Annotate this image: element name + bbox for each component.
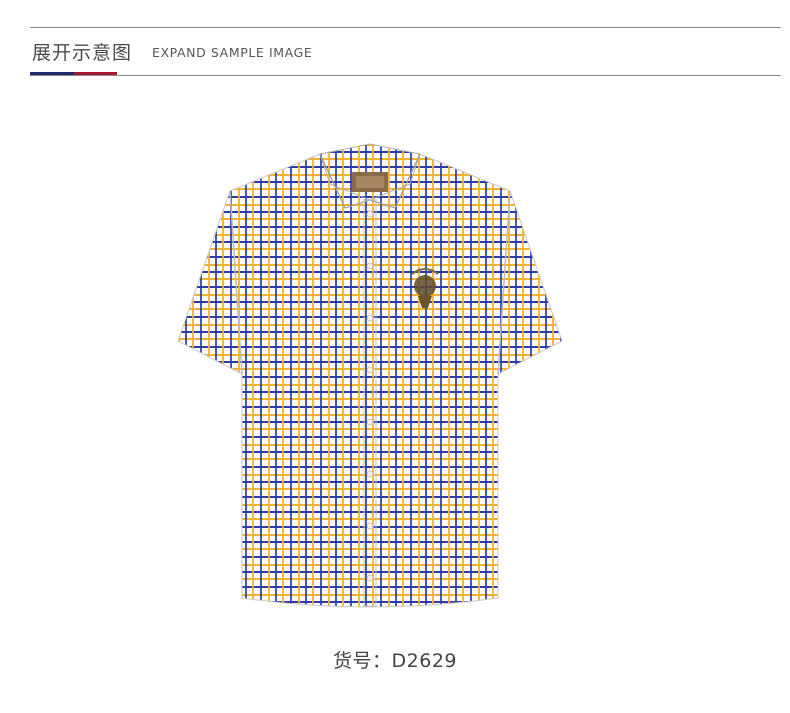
product-shirt-image [177,143,563,608]
header-top-rule [30,27,781,28]
section-title-en: EXPAND SAMPLE IMAGE [152,45,313,60]
section-title-cn: 展开示意图 [32,42,133,64]
product-caption: 货号：D2629 [0,646,790,673]
caption-code: D2629 [391,650,457,672]
shirt-body [177,153,563,608]
header-bottom-rule [30,75,781,76]
caption-label: 货号： [333,650,392,672]
